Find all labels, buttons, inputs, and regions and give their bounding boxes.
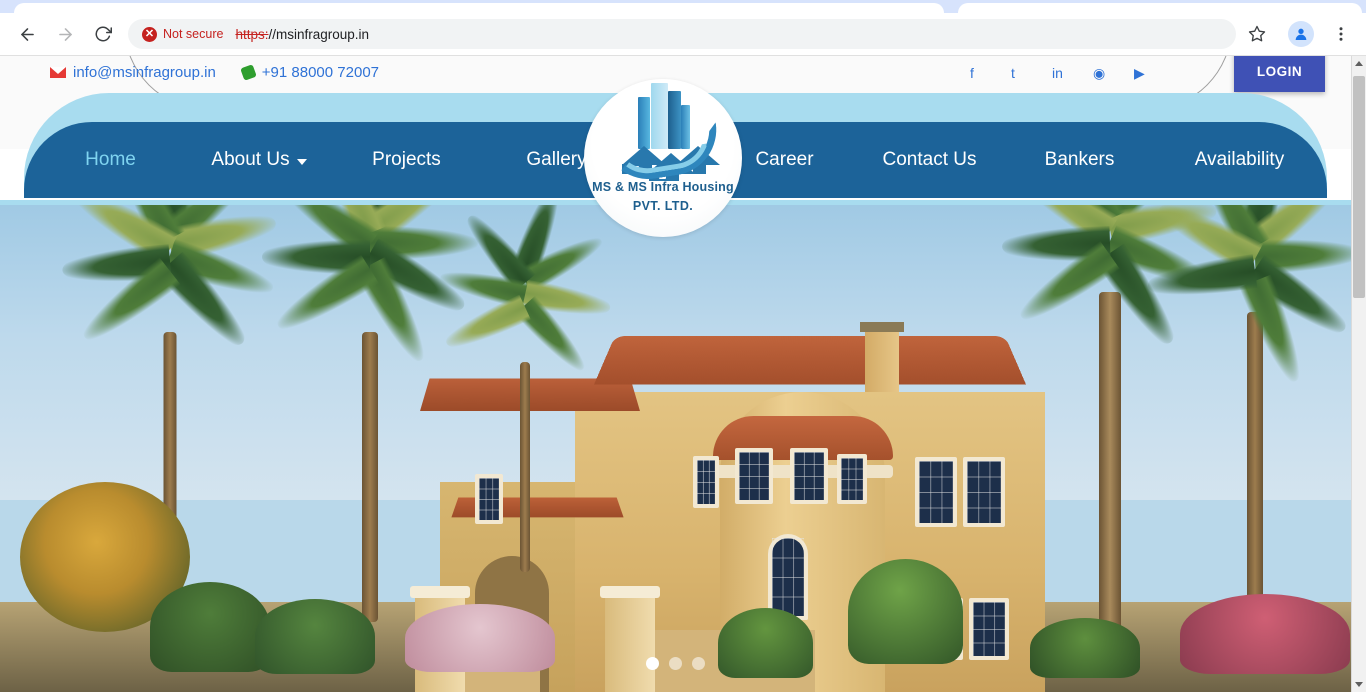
page-scrollbar[interactable] — [1351, 56, 1366, 692]
carousel-indicators — [0, 657, 1351, 670]
logo-line-2: PVT. LTD. — [632, 199, 694, 213]
mail-icon — [50, 67, 66, 78]
scroll-down-icon[interactable] — [1352, 677, 1366, 692]
not-secure-icon: ✕ — [142, 26, 157, 42]
carousel-dot-2[interactable] — [669, 657, 682, 670]
palm-tree — [430, 200, 620, 572]
phone-text: +91 88000 72007 — [261, 64, 379, 81]
logo-line-1: MS & MS Infra Housing — [592, 180, 734, 194]
linkedin-icon[interactable]: in — [1052, 66, 1067, 81]
nav-label: Career — [755, 149, 814, 170]
chevron-down-icon — [296, 158, 307, 165]
nav-item-contact-us[interactable]: Contact Us — [852, 149, 1007, 171]
nav-right-group: Career Contact Us Bankers Availability — [717, 149, 1327, 171]
back-arrow-icon[interactable] — [12, 19, 42, 49]
scrollbar-thumb[interactable] — [1353, 76, 1365, 298]
nav-item-bankers[interactable]: Bankers — [1007, 149, 1152, 171]
three-dot-menu-icon[interactable] — [1326, 19, 1356, 49]
browser-toolbar: ✕ Not secure https://msinfragroup.in — [0, 13, 1366, 56]
nav-item-projects[interactable]: Projects — [334, 149, 479, 171]
nav-label: Projects — [372, 149, 441, 170]
reload-icon[interactable] — [88, 19, 118, 49]
star-icon[interactable] — [1242, 19, 1272, 49]
login-button[interactable]: LOGIN — [1234, 56, 1325, 92]
browser-window: ✕ Not secure https://msinfragroup.in in f — [0, 0, 1366, 692]
not-secure-badge[interactable]: ✕ Not secure — [142, 26, 224, 42]
site-logo[interactable]: MS & MS Infra Housing PVT. LTD. — [584, 79, 742, 237]
page-viewport: info@msinfragroup.in +91 88000 72007 Rer… — [0, 56, 1351, 692]
twitter-icon[interactable]: t — [1011, 66, 1026, 81]
logo-artwork-icon — [603, 83, 723, 186]
social-links: f t in ◉ ▶ — [970, 66, 1149, 81]
phone-contact[interactable]: +91 88000 72007 — [239, 64, 379, 81]
nav-label: Contact Us — [882, 149, 977, 170]
facebook-icon[interactable]: f — [970, 66, 985, 81]
nav-item-home[interactable]: Home — [37, 149, 184, 171]
nav-item-availability[interactable]: Availability — [1152, 149, 1327, 171]
hero-carousel[interactable] — [0, 200, 1351, 692]
scroll-up-icon[interactable] — [1352, 56, 1366, 71]
nav-item-about-us[interactable]: About Us — [184, 149, 334, 171]
instagram-icon[interactable]: ◉ — [1093, 66, 1108, 81]
nav-label: Home — [85, 149, 136, 170]
contact-info: info@msinfragroup.in +91 88000 72007 — [50, 64, 379, 81]
email-text: info@msinfragroup.in — [73, 64, 216, 81]
not-secure-label: Not secure — [163, 27, 224, 41]
nav-left-group: Home About Us Projects Gallery — [37, 149, 634, 171]
profile-avatar-icon[interactable] — [1286, 19, 1316, 49]
email-contact[interactable]: info@msinfragroup.in — [50, 64, 216, 81]
forward-arrow-icon[interactable] — [50, 19, 80, 49]
url-text: //msinfragroup.in — [268, 26, 370, 42]
carousel-dot-1[interactable] — [646, 657, 659, 670]
phone-icon — [239, 64, 257, 81]
nav-label: Availability — [1194, 149, 1285, 170]
palm-tree — [1140, 200, 1351, 632]
tab-strip — [0, 0, 1366, 14]
shrub — [848, 559, 963, 664]
youtube-icon[interactable]: ▶ — [1134, 66, 1149, 81]
avatar — [1288, 21, 1314, 47]
nav-label: Gallery — [526, 149, 587, 170]
nav-label: Bankers — [1044, 149, 1115, 170]
carousel-dot-3[interactable] — [692, 657, 705, 670]
nav-label: About Us — [211, 149, 290, 170]
address-bar[interactable]: ✕ Not secure https://msinfragroup.in — [128, 19, 1236, 49]
url-scheme: https: — [235, 26, 269, 42]
